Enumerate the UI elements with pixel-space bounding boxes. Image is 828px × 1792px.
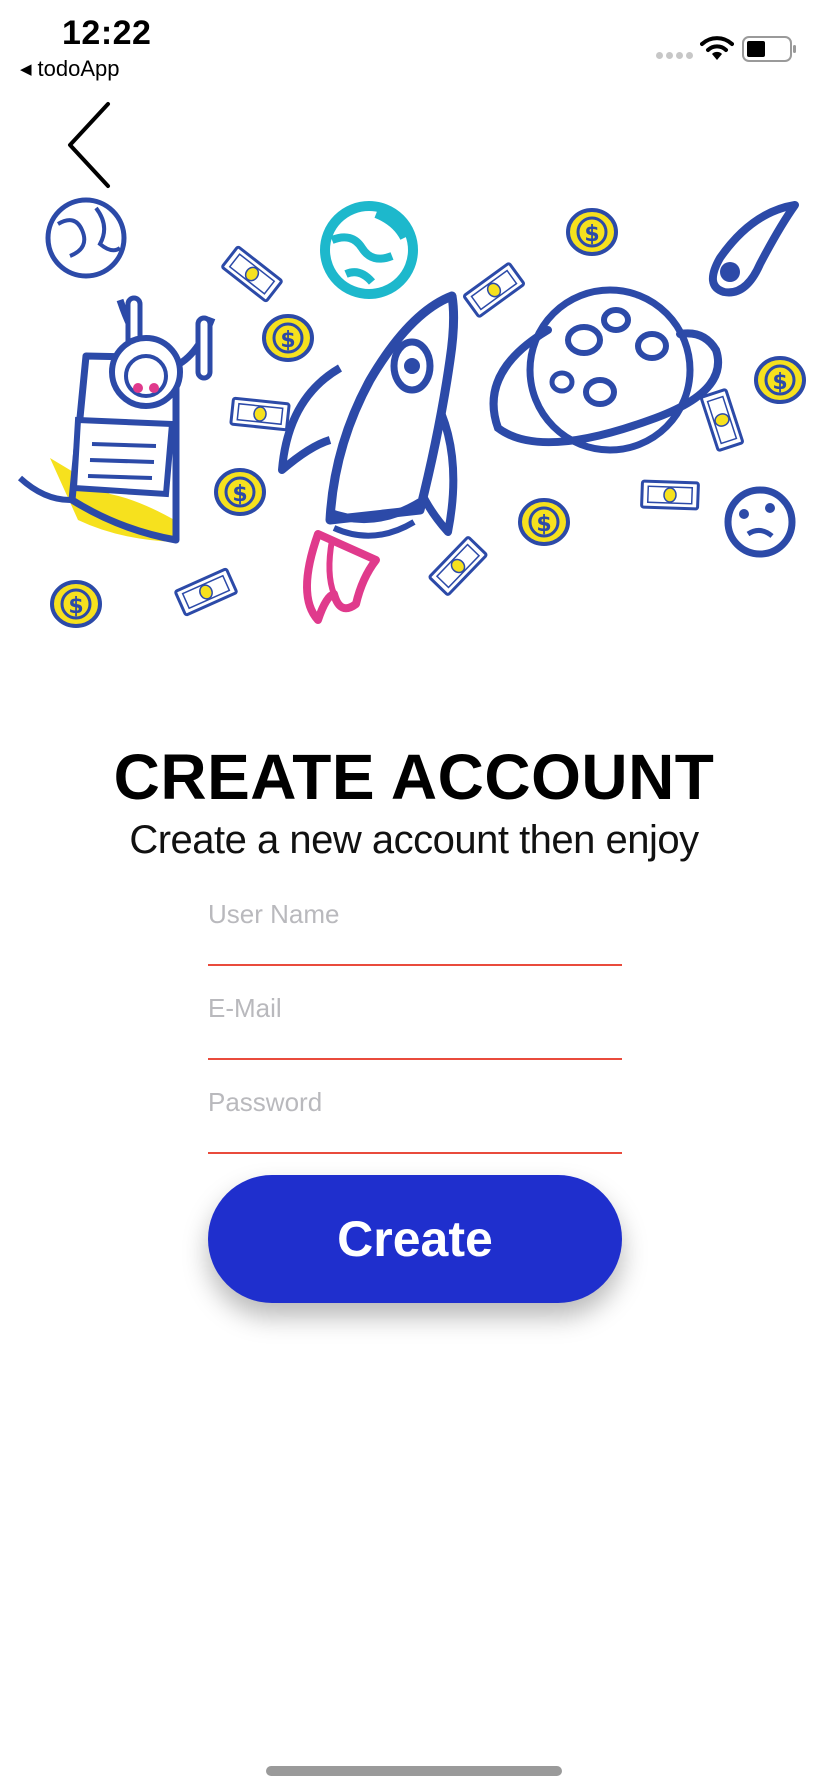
coin-icon bbox=[50, 580, 102, 628]
money-bill-icon bbox=[699, 387, 745, 453]
planet-face-icon bbox=[724, 486, 796, 558]
money-bill-icon bbox=[427, 535, 489, 597]
create-button[interactable]: Create bbox=[208, 1175, 622, 1303]
back-to-app-link[interactable]: ◀ todoApp bbox=[20, 56, 120, 82]
money-bill-icon bbox=[173, 567, 239, 617]
cellular-signal-icon bbox=[656, 52, 693, 59]
saturn-icon bbox=[489, 286, 722, 454]
page-subtitle: Create a new account then enjoy bbox=[129, 818, 699, 862]
planet-small-icon bbox=[45, 197, 127, 279]
money-bill-icon bbox=[462, 261, 526, 319]
astronaut-icon bbox=[17, 295, 216, 544]
space-rocket-illustration: $ bbox=[17, 197, 806, 628]
status-time: 12:22 bbox=[62, 14, 152, 52]
coin-icon bbox=[262, 314, 314, 362]
page-title: CREATE ACCOUNT bbox=[113, 741, 715, 813]
coin-icon bbox=[214, 468, 266, 516]
money-bill-icon bbox=[229, 396, 291, 432]
password-input[interactable] bbox=[208, 1082, 622, 1122]
wifi-icon bbox=[700, 36, 734, 60]
username-input[interactable] bbox=[208, 894, 622, 934]
money-bill-icon bbox=[640, 479, 700, 511]
status-bar: 12:22 ◀ todoApp bbox=[0, 0, 828, 90]
comet-icon bbox=[709, 201, 799, 297]
back-to-app-label: todoApp bbox=[37, 56, 120, 81]
triangle-left-icon: ◀ bbox=[20, 61, 32, 78]
username-field-container bbox=[208, 894, 622, 966]
earth-icon bbox=[320, 201, 418, 299]
email-field-container bbox=[208, 988, 622, 1060]
battery-icon bbox=[742, 36, 796, 62]
email-input[interactable] bbox=[208, 988, 622, 1028]
chevron-left-icon[interactable] bbox=[62, 100, 116, 190]
coin-icon bbox=[754, 356, 806, 404]
coin-icon bbox=[566, 208, 618, 256]
home-indicator[interactable] bbox=[266, 1766, 562, 1776]
coin-icon bbox=[518, 498, 570, 546]
password-field-container bbox=[208, 1082, 622, 1154]
money-bill-icon bbox=[220, 245, 284, 303]
